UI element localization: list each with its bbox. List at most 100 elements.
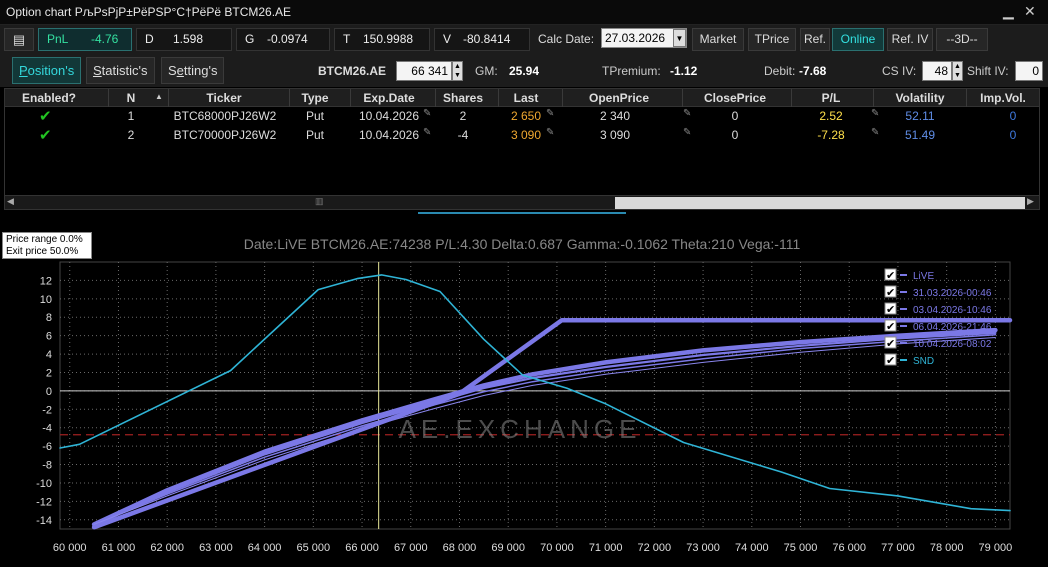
minimize-icon[interactable]: ▁ (1003, 3, 1014, 20)
scroll-left-icon[interactable]: ◀ (7, 196, 14, 207)
legend-label: LiVE (913, 271, 934, 282)
chart-title: Date:LiVE BTCM26.AE:74238 P/L:4.30 Delta… (244, 236, 801, 252)
gamma-value: -0.0974 (267, 32, 308, 46)
x-tick-label: 78 000 (930, 542, 964, 554)
y-tick-label: -4 (42, 423, 52, 435)
debit-value: -7.68 (799, 64, 827, 78)
greeks-toolbar: ▤ PnL -4.76 D 1.598 G -0.0974 T 150.9988… (0, 25, 1048, 55)
pencil-icon[interactable]: ✎ (546, 127, 554, 138)
legend-check-icon: ✔ (886, 270, 895, 282)
col-pl[interactable]: P/L (792, 91, 870, 105)
online-button[interactable]: Online (832, 28, 884, 51)
horizontal-scrollbar[interactable]: ◀ ▥ ▶ (5, 195, 1039, 209)
col-type[interactable]: Type (290, 91, 340, 105)
y-tick-label: -6 (42, 441, 52, 453)
table-header: Enabled? N ▲ Ticker Type Exp.Date Shares… (5, 89, 1039, 107)
row-shares: 2 (459, 109, 467, 123)
vega-label: V (443, 32, 452, 46)
col-close-price[interactable]: ClosePrice (683, 91, 787, 105)
gm-label: GM: (475, 64, 498, 78)
tab-settings[interactable]: Setting's (161, 57, 225, 84)
panel-splitter[interactable] (418, 212, 626, 214)
x-tick-label: 65 000 (297, 542, 331, 554)
cs-iv-stepper[interactable]: ▲ ▼ (952, 61, 963, 81)
check-icon[interactable]: ✔ (39, 107, 52, 125)
x-tick-label: 74 000 (735, 542, 769, 554)
export-icon[interactable]: ▤ (4, 28, 34, 51)
theta-value: 150.9988 (363, 32, 414, 46)
theta-cell: T 150.9988 (334, 28, 430, 51)
scroll-thumb[interactable] (615, 197, 1025, 209)
positions-table: Enabled? N ▲ Ticker Type Exp.Date Shares… (4, 88, 1040, 210)
tab-positions[interactable]: Position's (12, 57, 82, 84)
col-ticker[interactable]: Ticker (169, 91, 279, 105)
row-shares: -4 (457, 128, 469, 142)
y-tick-label: 4 (46, 349, 52, 361)
x-tick-label: 73 000 (686, 542, 720, 554)
row-open-price: 2 340 (599, 109, 631, 123)
underlying-price-input[interactable]: 66 341 (396, 61, 452, 81)
table-row[interactable]: ✔ 2 BTC70000PJ26W2 Put 10.04.2026 ✎ -4 3… (5, 126, 1039, 145)
table-row[interactable]: ✔ 1 BTC68000PJ26W2 Put 10.04.2026 ✎ 2 2 … (5, 107, 1039, 126)
pencil-icon[interactable]: ✎ (423, 127, 431, 138)
tab-hotkey: S (93, 63, 102, 78)
x-tick-label: 67 000 (394, 542, 428, 554)
col-exp-date[interactable]: Exp.Date (351, 91, 427, 105)
x-tick-label: 77 000 (881, 542, 915, 554)
3d-button[interactable]: --3D-- (936, 28, 988, 51)
legend-check-icon: ✔ (886, 355, 895, 367)
chevron-down-icon[interactable]: ▼ (673, 29, 686, 47)
y-tick-label: -8 (42, 460, 52, 472)
col-imp-vol[interactable]: Imp.Vol. (967, 91, 1039, 105)
exit-price-text: Exit price 50.0% (6, 246, 79, 257)
row-close-price: 0 (731, 109, 739, 123)
col-shares[interactable]: Shares (436, 91, 490, 105)
ref-iv-button[interactable]: Ref. IV (887, 28, 933, 51)
tprice-button[interactable]: TPrice (748, 28, 796, 51)
scroll-right-icon[interactable]: ▶ (1027, 196, 1034, 207)
cs-iv-input[interactable]: 48 (922, 61, 952, 81)
ref-button[interactable]: Ref. (800, 28, 830, 51)
x-tick-label: 76 000 (832, 542, 866, 554)
pencil-icon[interactable]: ✎ (546, 108, 554, 119)
shift-iv-input[interactable]: 0 (1015, 61, 1043, 81)
row-imp-vol: 0 (1009, 128, 1017, 142)
check-icon[interactable]: ✔ (39, 126, 52, 144)
payoff-chart[interactable]: Date:LiVE BTCM26.AE:74238 P/L:4.30 Delta… (0, 216, 1048, 564)
legend-check-icon: ✔ (886, 321, 895, 333)
row-volatility: 52.11 (905, 109, 935, 123)
row-n: 2 (127, 128, 135, 142)
col-enabled[interactable]: Enabled? (11, 91, 87, 105)
watermark: AE.EXCHANGE (399, 414, 642, 444)
tab-statistics[interactable]: Statistic's (86, 57, 155, 84)
chart-background (0, 216, 1048, 564)
theta-label: T (343, 32, 351, 46)
pencil-icon[interactable]: ✎ (423, 108, 431, 119)
row-type: Put (305, 109, 324, 123)
col-last[interactable]: Last (499, 91, 553, 105)
x-tick-label: 75 000 (784, 542, 818, 554)
x-tick-label: 68 000 (443, 542, 477, 554)
row-imp-vol: 0 (1009, 109, 1017, 123)
x-tick-label: 70 000 (540, 542, 574, 554)
gamma-cell: G -0.0974 (236, 28, 330, 51)
col-open-price[interactable]: OpenPrice (563, 91, 675, 105)
x-tick-label: 61 000 (102, 542, 136, 554)
col-volatility[interactable]: Volatility (874, 91, 966, 105)
delta-label: D (145, 32, 154, 46)
price-stepper[interactable]: ▲ ▼ (452, 61, 463, 81)
delta-value: 1.598 (173, 32, 204, 46)
y-tick-label: 12 (40, 275, 52, 287)
y-tick-label: -2 (42, 404, 52, 416)
chart-panel: Date:LiVE BTCM26.AE:74238 P/L:4.30 Delta… (0, 216, 1048, 564)
col-n[interactable]: N (111, 91, 151, 105)
gm-value: 25.94 (509, 64, 540, 78)
row-last: 2 650 (510, 109, 542, 123)
legend-label: 31.03.2026-00:46 (913, 288, 992, 299)
gamma-label: G (245, 32, 255, 46)
row-exp-date: 10.04.2026 (358, 109, 420, 123)
close-icon[interactable]: ✕ (1024, 3, 1036, 20)
market-button[interactable]: Market (692, 28, 744, 51)
pnl-cell: PnL -4.76 (38, 28, 132, 51)
tpremium-label: TPremium: (602, 64, 661, 78)
